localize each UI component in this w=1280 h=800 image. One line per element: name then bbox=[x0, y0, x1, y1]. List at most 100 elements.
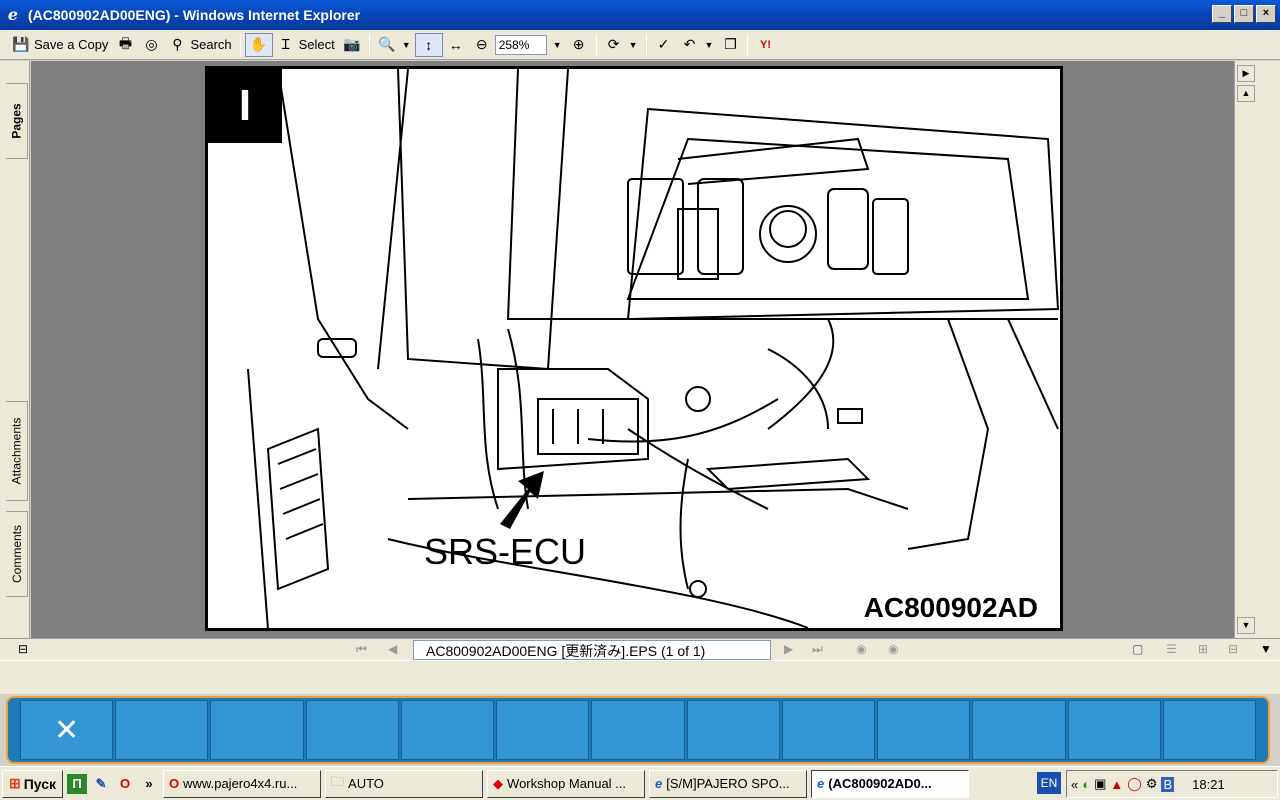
strip-button[interactable] bbox=[781, 700, 876, 760]
tab-pages-label: Pages bbox=[9, 103, 24, 139]
task-button-ie-sm[interactable]: e [S/M]PAJERO SPO... bbox=[649, 769, 808, 798]
task-button-opera[interactable]: O www.pajero4x4.ru... bbox=[163, 769, 322, 798]
tray-app-icon[interactable]: B bbox=[1161, 776, 1175, 792]
fit-width-button[interactable]: ↔ bbox=[443, 33, 469, 57]
undo-button[interactable]: ↶ ▼ bbox=[677, 33, 718, 57]
ie-logo-icon: e bbox=[655, 776, 663, 791]
email-button[interactable]: ◎ bbox=[138, 33, 164, 57]
tab-comments[interactable]: Comments bbox=[6, 511, 28, 597]
figure-code: AC800902AD bbox=[863, 592, 1038, 623]
strip-button[interactable] bbox=[400, 700, 495, 760]
fit-page-button[interactable]: ↕ bbox=[414, 32, 443, 57]
document-viewport[interactable]: I SRS-ECU AC800902AD bbox=[31, 61, 1234, 638]
facing-layout-icon[interactable]: ⊞ bbox=[1198, 642, 1208, 656]
tray-network-icon[interactable]: ◐ bbox=[1082, 777, 1090, 792]
single-page-layout-icon[interactable]: ▢ bbox=[1132, 642, 1143, 656]
close-button[interactable]: × bbox=[1256, 5, 1276, 23]
zoom-in-magnifier-icon: 🔍 bbox=[378, 36, 396, 52]
print-button[interactable]: 🖶 bbox=[112, 33, 138, 57]
options-menu-icon[interactable]: ⊟ bbox=[18, 642, 28, 656]
tray-settings-icon[interactable]: ⚙ bbox=[1146, 776, 1158, 792]
language-indicator[interactable]: EN bbox=[1037, 772, 1061, 794]
window-titlebar: e (AC800902AD00ENG) - Windows Internet E… bbox=[0, 0, 1280, 30]
next-view-icon[interactable]: ◉ bbox=[888, 642, 898, 656]
hand-tool-button[interactable]: ✋ bbox=[244, 32, 273, 57]
strip-button[interactable] bbox=[210, 700, 304, 760]
copy-button[interactable]: ❐ bbox=[717, 33, 743, 57]
zoom-level-input[interactable]: 258% bbox=[494, 34, 547, 55]
chevron-down-icon: ▼ bbox=[628, 39, 638, 50]
previous-page-icon[interactable]: ◀ bbox=[388, 642, 397, 656]
scroll-right-arrow-icon[interactable]: ▶ bbox=[1237, 65, 1255, 82]
toolbar-separator bbox=[239, 33, 241, 56]
text-cursor-icon: Ɪ bbox=[281, 36, 290, 52]
tab-attachments[interactable]: Attachments bbox=[6, 401, 28, 501]
strip-button[interactable] bbox=[1067, 700, 1161, 760]
continuous-facing-layout-icon[interactable]: ⊟ bbox=[1228, 642, 1238, 656]
last-page-icon[interactable]: ⏭ bbox=[812, 642, 823, 657]
scroll-down-arrow-icon[interactable]: ▼ bbox=[1237, 617, 1255, 634]
task-button-ie-active[interactable]: e (AC800902AD0... bbox=[811, 769, 970, 798]
plus-circle-icon: ⊕ bbox=[572, 36, 585, 52]
previous-view-icon[interactable]: ◉ bbox=[856, 642, 866, 656]
zoom-in-button[interactable]: ⊕ bbox=[566, 33, 592, 57]
chevron-down-icon: ▼ bbox=[704, 39, 714, 50]
minimize-button[interactable]: _ bbox=[1212, 5, 1232, 23]
yahoo-button[interactable]: Y! bbox=[752, 33, 778, 57]
page-number-field[interactable]: AC800902AD00ENG [更新済み].EPS (1 of 1) bbox=[413, 640, 771, 660]
zoom-dropdown-button[interactable]: ▼ bbox=[547, 33, 566, 57]
task-button-workshop[interactable]: ◆ Workshop Manual ... bbox=[487, 769, 646, 798]
pdf-toolbar: 💾 Save a Copy 🖶 ◎ ⚲ Search ✋ Ɪ Select 📷 … bbox=[0, 30, 1280, 60]
snapshot-button[interactable]: 📷 bbox=[339, 33, 365, 57]
tray-expand-icon[interactable]: « bbox=[1071, 777, 1078, 792]
quicklaunch-tool-icon[interactable]: ✎ bbox=[91, 774, 111, 794]
start-label: Пуск bbox=[23, 775, 57, 792]
strip-button[interactable] bbox=[496, 700, 590, 760]
maximize-button[interactable]: □ bbox=[1234, 5, 1254, 23]
start-button[interactable]: ⊞ Пуск bbox=[2, 769, 64, 798]
tab-attachments-label: Attachments bbox=[9, 417, 24, 485]
tray-opera-icon[interactable]: ◯ bbox=[1127, 776, 1142, 792]
continuous-layout-icon[interactable]: ☰ bbox=[1166, 642, 1177, 656]
windows-flag-icon: ⊞ bbox=[9, 775, 21, 791]
binoculars-icon: ⚲ bbox=[172, 36, 183, 52]
next-page-icon[interactable]: ▶ bbox=[784, 642, 793, 656]
strip-button[interactable] bbox=[877, 700, 971, 760]
quicklaunch-app-icon[interactable]: П bbox=[67, 773, 88, 794]
strip-button[interactable] bbox=[686, 700, 780, 760]
select-label: Select bbox=[298, 37, 335, 52]
strip-button[interactable] bbox=[972, 700, 1066, 760]
first-page-icon[interactable]: ⏮ bbox=[356, 642, 367, 657]
opera-icon: O bbox=[169, 776, 180, 791]
page-navigation-bar: ⊟ ⏮ ◀ AC800902AD00ENG [更新済み].EPS (1 of 1… bbox=[0, 638, 1280, 660]
tray-monitor-icon[interactable]: ▣ bbox=[1094, 776, 1106, 792]
task-button-folder[interactable]: 🗀 AUTO bbox=[325, 769, 484, 798]
search-button[interactable]: ⚲ Search bbox=[164, 33, 235, 57]
email-globe-icon: ◎ bbox=[145, 36, 158, 52]
strip-button[interactable] bbox=[115, 700, 209, 760]
zoom-tool-button[interactable]: 🔍 ▼ bbox=[374, 33, 415, 57]
opera-icon[interactable]: O bbox=[115, 774, 135, 794]
fit-width-icon: ↔ bbox=[448, 36, 463, 53]
tab-pages[interactable]: Pages bbox=[6, 83, 28, 159]
more-quicklaunch-icon[interactable]: » bbox=[139, 774, 159, 794]
toolbar-separator bbox=[368, 33, 370, 56]
save-copy-button[interactable]: 💾 Save a Copy bbox=[8, 33, 112, 57]
spellcheck-button[interactable]: ✓ bbox=[651, 33, 677, 57]
windows-taskbar: ⊞ Пуск П ✎ O » O www.pajero4x4.ru... 🗀 A… bbox=[0, 766, 1280, 800]
strip-button[interactable] bbox=[591, 700, 685, 760]
task-label: www.pajero4x4.ru... bbox=[183, 776, 298, 791]
select-tool-button[interactable]: Ɪ Select bbox=[273, 33, 339, 57]
vertical-scrollbar[interactable]: ▶ ▲ ▼ bbox=[1234, 61, 1256, 638]
zoom-out-button[interactable]: ⊖ bbox=[469, 33, 495, 57]
floppy-disk-icon: 💾 bbox=[12, 36, 30, 52]
strip-button[interactable] bbox=[305, 700, 399, 760]
rotate-button[interactable]: ⟳ ▼ bbox=[601, 33, 642, 57]
close-x-button[interactable]: ✕ bbox=[20, 700, 114, 760]
tray-antivirus-icon[interactable]: ▲ bbox=[1110, 777, 1123, 792]
vehicle-interior-illustration bbox=[247, 69, 1060, 628]
scroll-up-arrow-icon[interactable]: ▲ bbox=[1237, 85, 1255, 102]
scroll-down-arrow-icon[interactable]: ▼ bbox=[1260, 642, 1272, 656]
mitsubishi-icon: ◆ bbox=[493, 775, 504, 791]
strip-button[interactable] bbox=[1162, 700, 1257, 760]
